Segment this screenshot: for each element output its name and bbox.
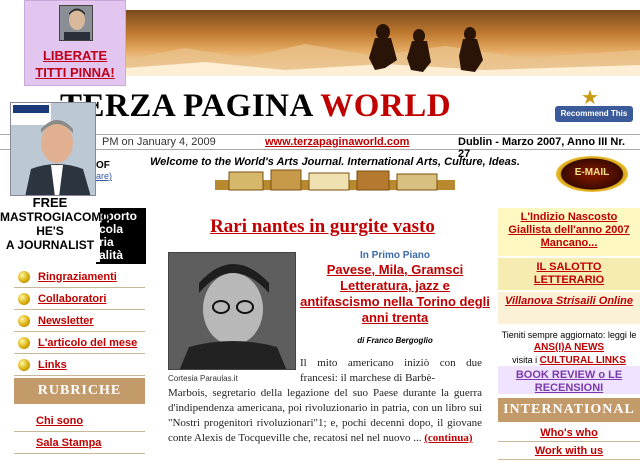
portrait-photo <box>59 5 93 41</box>
site-title-red: WORLD <box>320 88 452 124</box>
site-title-black: TERZA PAGINA <box>60 88 313 124</box>
email-label[interactable]: E-MAIL <box>556 167 628 178</box>
international-item-label[interactable]: Work with us <box>535 445 603 457</box>
villanova-link[interactable]: Villanova Strisaili Online <box>505 295 633 307</box>
salotto-letterario-box[interactable]: IL SALOTTO LETTERARIO <box>498 258 640 290</box>
bullet-icon <box>18 270 30 283</box>
international-item-whos-who[interactable]: Who's who <box>498 424 640 442</box>
site-title: TERZA PAGINA WORLD <box>60 88 451 125</box>
book-review-box[interactable]: BOOK REVIEW o LE RECENSIONI <box>498 366 640 394</box>
rubriche-item-label[interactable]: Sala Stampa <box>36 437 101 449</box>
recommend-button[interactable]: ★ Recommend This Site <box>555 87 633 134</box>
news-box: Tieniti sempre aggiornato: leggi le ANS(… <box>498 326 640 366</box>
nav-item-label[interactable]: Links <box>38 359 67 371</box>
indizio-nascosto-link[interactable]: L'Indizio Nascosto Giallista dell'anno 2… <box>508 211 629 249</box>
section-label: In Primo Piano <box>359 250 430 261</box>
partial-of-badge: OF are) <box>96 160 146 188</box>
partial-of-link[interactable]: are) <box>96 171 146 181</box>
book-review-link[interactable]: BOOK REVIEW o LE RECENSIONI <box>516 369 622 394</box>
rubriche-item-label[interactable]: Chi sono <box>36 415 83 427</box>
right-column: L'Indizio Nascosto Giallista dell'anno 2… <box>498 208 640 394</box>
article-title[interactable]: Rari nantes in gurgite vasto <box>150 216 495 238</box>
info-bar: PM on January 4, 2009 www.terzapaginawor… <box>0 134 640 160</box>
free-mastrogiacomo-banner[interactable]: FREE MASTROGIACOMO HE'S A JOURNALIST <box>0 195 111 262</box>
hikers-sunset-photo <box>125 24 640 76</box>
books-banner-icon <box>215 168 455 194</box>
bullet-icon <box>18 314 30 327</box>
recommend-label[interactable]: Recommend This Site <box>555 106 633 134</box>
rubriche-item-chi-sono[interactable]: Chi sono <box>14 410 145 432</box>
rubriche-item-sala-stampa[interactable]: Sala Stampa <box>14 432 145 454</box>
international-heading: INTERNATIONAL <box>498 398 640 422</box>
free-line2: MASTROGIACOMO <box>0 210 111 224</box>
free-line3: HE'S <box>36 224 64 238</box>
international-item-work-with-us[interactable]: Work with us <box>498 442 640 460</box>
site-url-link[interactable]: www.terzapaginaworld.com <box>265 136 409 148</box>
article-body: Marbois, segretario della legazione del … <box>168 386 482 446</box>
welcome-text: Welcome to the World's Arts Journal. Int… <box>150 156 520 168</box>
nav-item-collaboratori[interactable]: Collaboratori <box>14 288 145 310</box>
bullet-icon <box>18 358 30 371</box>
cultural-links-link[interactable]: CULTURAL LINKS <box>540 355 626 366</box>
campaign-line1[interactable]: LIBERATE <box>25 47 125 64</box>
article-byline: di Franco Bergoglio <box>357 336 433 345</box>
salotto-letterario-link[interactable]: IL SALOTTO LETTERARIO <box>534 261 604 286</box>
left-nav: Ringraziamenti Collaboratori Newsletter … <box>14 266 145 376</box>
news-pre-text: Tieniti sempre aggiornato: leggi le <box>501 330 637 340</box>
gramsci-photo <box>168 252 296 370</box>
tv-anchor-photo <box>10 102 96 196</box>
nav-item-label[interactable]: Newsletter <box>38 315 94 327</box>
article-title-text[interactable]: Rari nantes in gurgite vasto <box>210 216 435 237</box>
bullet-icon <box>18 292 30 305</box>
bullet-icon <box>18 336 30 349</box>
nav-item-links[interactable]: Links <box>14 354 145 376</box>
indizio-nascosto-box[interactable]: L'Indizio Nascosto Giallista dell'anno 2… <box>498 208 640 256</box>
email-button[interactable]: E-MAIL <box>556 156 628 192</box>
free-line1: FREE <box>32 195 68 210</box>
partial-of-text: OF <box>96 160 110 171</box>
international-item-label[interactable]: Who's who <box>540 427 598 439</box>
nav-item-articolo-del-mese[interactable]: L'articolo del mese <box>14 332 145 354</box>
campaign-box[interactable]: LIBERATE TITTI PINNA! <box>24 0 126 86</box>
star-icon: ★ <box>581 87 599 109</box>
nav-item-newsletter[interactable]: Newsletter <box>14 310 145 332</box>
villanova-box[interactable]: Villanova Strisaili Online <box>498 292 640 324</box>
date-text: PM on January 4, 2009 <box>102 136 216 148</box>
free-line4: A JOURNALIST <box>5 238 95 252</box>
nav-item-label[interactable]: Collaboratori <box>38 293 106 305</box>
continua-link[interactable]: (continua) <box>424 432 472 444</box>
article-body-first-line: Il mito americano iniziò con due frances… <box>300 357 482 384</box>
campaign-line2[interactable]: TITTI PINNA! <box>25 64 125 81</box>
international-list: Who's who Work with us <box>498 424 640 460</box>
nav-item-label[interactable]: L'articolo del mese <box>38 337 137 349</box>
news-mid-text: visita i <box>512 355 538 365</box>
nav-item-ringraziamenti[interactable]: Ringraziamenti <box>14 266 145 288</box>
photo-caption: Cortesia Paraulas.it <box>168 374 238 383</box>
article-subtitle[interactable]: Pavese, Mila, Gramsci Letteratura, jazz … <box>300 262 490 326</box>
header-banner-photo <box>125 10 640 76</box>
nav-item-label[interactable]: Ringraziamenti <box>38 271 117 283</box>
rubriche-list: Chi sono Sala Stampa <box>14 410 145 454</box>
ansia-news-link[interactable]: ANS(I)A NEWS <box>534 342 604 353</box>
rubriche-heading: RUBRICHE <box>14 378 145 404</box>
article-subtitle-text[interactable]: Pavese, Mila, Gramsci Letteratura, jazz … <box>300 262 490 325</box>
